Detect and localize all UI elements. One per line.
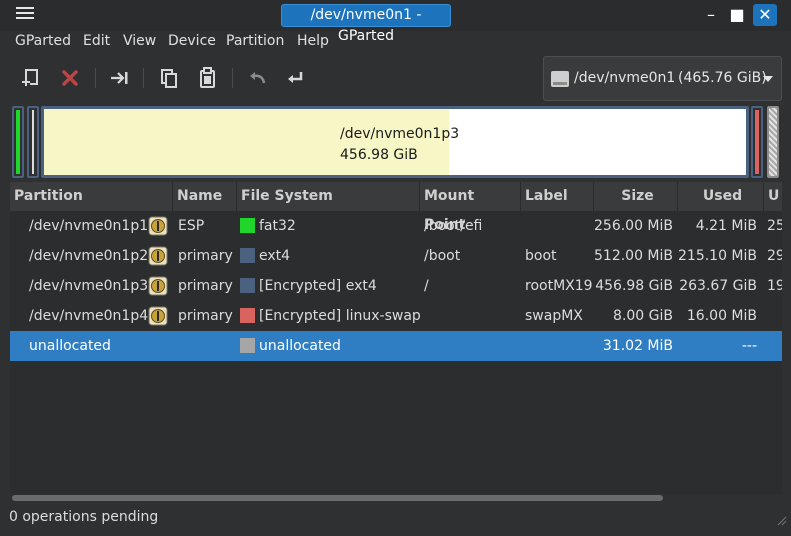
window-menu-icon[interactable]	[16, 7, 34, 23]
close-icon[interactable]: ✕	[753, 4, 777, 26]
segment-label-name: /dev/nvme0n1p3	[340, 126, 460, 142]
undo-icon[interactable]	[243, 64, 271, 92]
toolbar-separator	[95, 68, 96, 88]
cell-partition: /dev/nvme0n1p3	[29, 278, 149, 294]
toolbar-separator	[143, 68, 144, 88]
cell-unused: 25	[767, 218, 782, 234]
lock-icon	[148, 246, 168, 266]
lock-icon	[148, 216, 168, 236]
device-selector[interactable]: /dev/nvme0n1 (465.76 GiB)	[543, 56, 782, 101]
paste-icon[interactable]	[194, 64, 222, 92]
cell-unused: 19	[767, 278, 782, 294]
cell-partition: unallocated	[29, 338, 111, 354]
segment-label-size: 456.98 GiB	[340, 147, 418, 163]
table-row[interactable]: /dev/nvme0n1p3 primary [Encrypted] ext4 / ro…	[10, 271, 782, 301]
minimize-icon[interactable]: –	[699, 4, 723, 26]
resize-move-icon[interactable]	[105, 64, 133, 92]
disk-segment-p1[interactable]	[12, 106, 24, 178]
cell-unused: 29	[767, 248, 782, 264]
chevron-down-icon	[763, 76, 773, 82]
cell-label: boot	[525, 248, 557, 264]
col-header-name[interactable]: Name	[173, 182, 237, 211]
disk-segment-p2[interactable]	[27, 106, 39, 178]
cell-mountpoint: /	[424, 278, 429, 294]
cell-size: 8.00 GiB	[613, 308, 673, 324]
cell-name: primary	[178, 308, 233, 324]
harddisk-icon	[551, 71, 569, 87]
col-header-partition[interactable]: Partition	[10, 182, 173, 211]
disk-segment-p3[interactable]: /dev/nvme0n1p3 456.98 GiB	[41, 106, 749, 178]
device-name: /dev/nvme0n1	[574, 70, 676, 86]
menu-bar: GParted Edit View Device Partition Help	[0, 31, 791, 54]
cell-label: rootMX19	[525, 278, 593, 294]
cell-filesystem: [Encrypted] linux-swap	[259, 308, 421, 324]
filesystem-color-swatch	[240, 248, 255, 263]
device-size: (465.76 GiB)	[678, 70, 767, 86]
cell-name: primary	[178, 248, 233, 264]
toolbar-separator	[232, 68, 233, 88]
menu-view[interactable]: View	[123, 33, 156, 49]
lock-icon	[148, 276, 168, 296]
menu-partition[interactable]: Partition	[226, 33, 284, 49]
maximize-icon[interactable]: ■	[725, 4, 749, 26]
cell-mountpoint: /boot	[424, 248, 461, 264]
col-header-size[interactable]: Size	[594, 182, 678, 211]
status-text: 0 operations pending	[9, 509, 159, 525]
cell-used: 4.21 MiB	[695, 218, 757, 234]
table-header: Partition Name File System Mount Point L…	[10, 182, 782, 233]
cell-used: 16.00 MiB	[686, 308, 757, 324]
table-row[interactable]: /dev/nvme0n1p1 ESP fat32/boot/efi 256.00 Mi…	[10, 211, 782, 241]
cell-partition: /dev/nvme0n1p2	[29, 248, 149, 264]
menu-help[interactable]: Help	[297, 33, 329, 49]
cell-name: ESP	[178, 218, 205, 234]
title-bar: /dev/nvme0n1 - GParted – ■ ✕	[0, 0, 791, 44]
partition-table: Partition Name File System Mount Point L…	[10, 182, 782, 494]
cell-size: 512.00 MiB	[594, 248, 674, 264]
disk-map: /dev/nvme0n1p3 456.98 GiB	[10, 104, 781, 180]
cell-name: primary	[178, 278, 233, 294]
window-title: /dev/nvme0n1 - GParted	[281, 4, 451, 44]
cell-size: 31.02 MiB	[602, 338, 673, 354]
cell-partition: /dev/nvme0n1p1	[29, 218, 149, 234]
delete-partition-icon[interactable]	[56, 64, 84, 92]
filesystem-color-swatch	[240, 218, 255, 233]
cell-filesystem: ext4	[259, 248, 291, 264]
col-header-unused[interactable]: U	[764, 182, 782, 211]
col-header-mountpoint[interactable]: Mount Point	[420, 182, 521, 233]
apply-icon[interactable]	[282, 64, 310, 92]
cell-partition: /dev/nvme0n1p4	[29, 308, 149, 324]
horizontal-scrollbar[interactable]	[12, 495, 663, 501]
lock-icon	[148, 306, 168, 326]
copy-icon[interactable]	[155, 64, 183, 92]
segment-label: /dev/nvme0n1p3 456.98 GiB	[340, 124, 459, 166]
table-row[interactable]: unallocated unallocated 31.02 MiB ---	[10, 331, 782, 361]
cell-used: ---	[741, 338, 757, 354]
col-header-label[interactable]: Label	[521, 182, 594, 211]
menu-gparted[interactable]: GParted	[15, 33, 71, 49]
cell-filesystem: [Encrypted] ext4	[259, 278, 377, 294]
resize-grip-icon[interactable]	[777, 516, 787, 526]
cell-filesystem: fat32	[259, 218, 296, 234]
menu-device[interactable]: Device	[168, 33, 216, 49]
filesystem-color-swatch	[240, 278, 255, 293]
table-row[interactable]: /dev/nvme0n1p2 primary ext4/boot boot 512.00…	[10, 241, 782, 271]
cell-mountpoint: /boot/efi	[424, 218, 483, 234]
cell-size: 256.00 MiB	[594, 218, 674, 234]
table-row[interactable]: /dev/nvme0n1p4 primary [Encrypted] linux-s…	[10, 301, 782, 331]
filesystem-color-swatch	[240, 308, 255, 323]
new-partition-icon[interactable]	[17, 64, 45, 92]
col-header-used[interactable]: Used	[678, 182, 764, 211]
col-header-filesystem[interactable]: File System	[237, 182, 420, 211]
cell-used: 263.67 GiB	[679, 278, 757, 294]
cell-used: 215.10 MiB	[678, 248, 758, 264]
menu-edit[interactable]: Edit	[83, 33, 110, 49]
status-bar: 0 operations pending	[0, 506, 791, 530]
disk-segment-p4[interactable]	[751, 106, 763, 178]
cell-size: 456.98 GiB	[595, 278, 673, 294]
cell-filesystem: unallocated	[259, 338, 341, 354]
disk-segment-unallocated[interactable]	[767, 106, 779, 178]
cell-label: swapMX	[525, 308, 583, 324]
filesystem-color-swatch	[240, 338, 255, 353]
